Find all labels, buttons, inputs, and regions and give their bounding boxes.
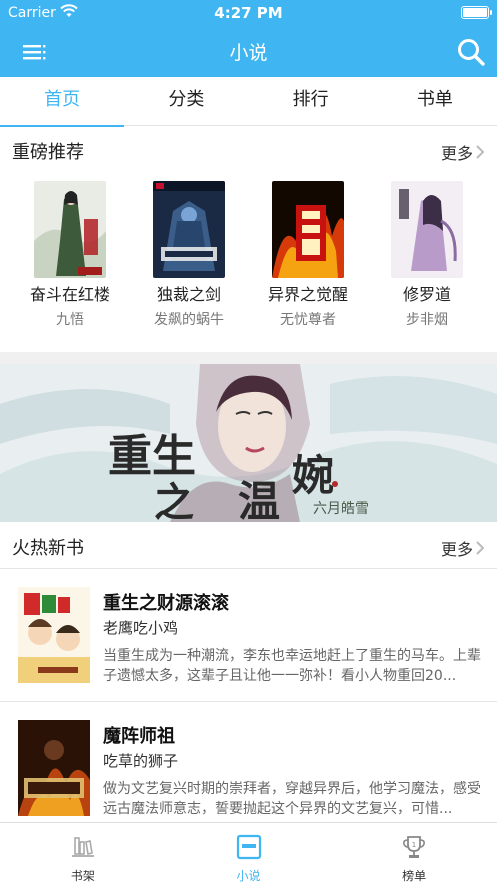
book-description: 当重生成为一种潮流，李东也幸运地赶上了重生的马车。上辈子遗憾太多，这辈子且让他一…	[103, 648, 481, 684]
top-tabs: 首页 分类 排行 书单	[0, 77, 497, 127]
list-item[interactable]: 重生之财源滚滚 老鹰吃小鸡 当重生成为一种潮流，李东也幸运地赶上了重生的马车。上…	[0, 568, 497, 702]
tab-category[interactable]: 分类	[124, 77, 248, 125]
banner-title-part: 之	[154, 479, 194, 522]
book-cover	[391, 181, 463, 278]
book-cover	[153, 181, 225, 278]
book-cover	[18, 720, 90, 816]
book-cover	[272, 181, 344, 278]
section-divider	[0, 352, 497, 364]
featured-more-link[interactable]: 更多	[441, 140, 485, 164]
book-author: 吃草的狮子	[103, 752, 179, 770]
status-bar: Carrier 4:27 PM	[0, 0, 497, 26]
bookshelf-icon	[71, 837, 94, 857]
book-author: 无忧尊者	[280, 312, 336, 328]
tab-booklist[interactable]: 书单	[373, 77, 497, 125]
tabbar-item-ranking[interactable]: 1 榜单	[331, 823, 497, 883]
banner-author: 六月皓雪	[313, 501, 369, 517]
trophy-icon: 1	[403, 836, 426, 858]
book-cover	[18, 587, 90, 683]
featured-books: 奋斗在红楼 九悟 独裁之剑 发飙的蜗牛 异界之觉醒 无忧尊者 修罗道 步非烟	[0, 181, 497, 331]
hot-header: 火热新书 更多	[0, 523, 497, 567]
tabbar-label: 榜单	[402, 869, 427, 883]
hot-title: 火热新书	[12, 538, 84, 559]
hot-more-link[interactable]: 更多	[441, 536, 485, 560]
featured-title: 重磅推荐	[12, 142, 84, 163]
page-title: 小说	[229, 42, 268, 64]
chevron-right-icon	[476, 541, 485, 555]
book-title: 重生之财源滚滚	[103, 593, 229, 614]
more-label: 更多	[440, 540, 473, 559]
featured-book[interactable]: 修罗道 步非烟	[365, 181, 489, 329]
book-title: 魔阵师祖	[103, 726, 175, 747]
book-title: 修罗道	[402, 285, 451, 304]
bottom-tab-bar: 书架 小说 1 榜单	[0, 822, 497, 883]
book-title: 独裁之剑	[156, 285, 221, 304]
search-icon[interactable]	[455, 36, 487, 68]
status-time: 4:27 PM	[214, 4, 283, 22]
tabbar-label: 书架	[70, 869, 95, 883]
book-author: 发飙的蜗牛	[154, 312, 224, 328]
book-author: 步非烟	[406, 312, 448, 328]
list-item[interactable]: 魔阵师祖 吃草的狮子 做为文艺复兴时期的崇拜者，穿越异界后，他学习魔法，感受远古…	[0, 701, 497, 835]
chevron-right-icon	[476, 145, 485, 159]
featured-book[interactable]: 独裁之剑 发飙的蜗牛	[127, 181, 251, 329]
book-author: 九悟	[56, 312, 84, 328]
tab-ranking[interactable]: 排行	[249, 77, 373, 125]
svg-text:1: 1	[412, 841, 416, 849]
featured-book[interactable]: 奋斗在红楼 九悟	[8, 181, 132, 329]
app-screen: Carrier 4:27 PM 小说 首页 分类 排行 书单 重磅推荐 更多 奋…	[0, 0, 497, 883]
book-description: 做为文艺复兴时期的崇拜者，穿越异界后，他学习魔法，感受远古魔法师意志，誓要抛起这…	[103, 781, 481, 817]
tabbar-item-novel[interactable]: 小说	[166, 823, 332, 883]
promo-banner[interactable]: 重生 之 温 婉 六月皓雪	[0, 364, 497, 522]
featured-header: 重磅推荐 更多	[0, 127, 497, 171]
book-title: 奋斗在红楼	[29, 285, 110, 304]
book-icon	[236, 834, 261, 860]
book-cover	[34, 181, 106, 278]
more-label: 更多	[440, 144, 473, 163]
book-title: 异界之觉醒	[267, 285, 348, 304]
banner-title-part: 温	[238, 477, 281, 522]
tabbar-item-bookshelf[interactable]: 书架	[0, 823, 166, 883]
featured-book[interactable]: 异界之觉醒 无忧尊者	[246, 181, 370, 329]
banner-title-part: 婉	[292, 451, 335, 500]
nav-bar: Carrier 4:27 PM 小说	[0, 0, 497, 77]
tabbar-label: 小说	[236, 869, 261, 883]
book-author: 老鹰吃小鸡	[103, 619, 179, 637]
battery-icon	[461, 6, 492, 19]
tab-home[interactable]: 首页	[0, 77, 125, 127]
